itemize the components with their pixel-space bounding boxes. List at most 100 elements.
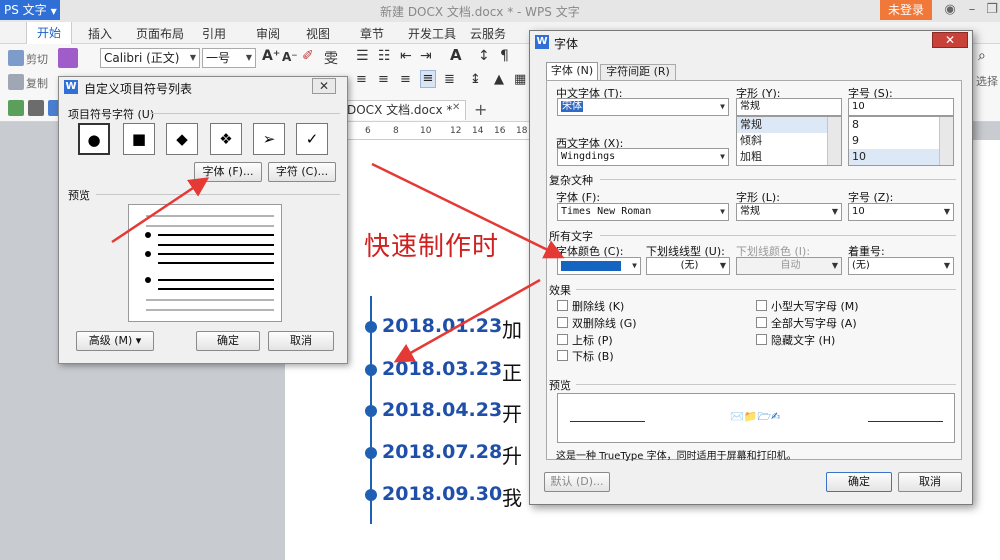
minimize-icon[interactable]: –	[962, 0, 982, 20]
ok-button[interactable]: 确定	[196, 331, 260, 351]
superscript-label[interactable]: 上标 (P)	[572, 332, 613, 348]
underline-style-combo[interactable]: (无) ▼	[646, 257, 730, 275]
size-input[interactable]: 10	[848, 98, 954, 116]
skin-icon[interactable]: ◉	[940, 0, 960, 20]
document-heading[interactable]: 快速制作时	[364, 226, 499, 263]
phonetic-icon[interactable]: 雯	[324, 48, 338, 68]
menu-item-review[interactable]: 审阅	[256, 25, 280, 42]
all-caps-checkbox[interactable]	[756, 317, 767, 328]
menu-item-page-layout[interactable]: 页面布局	[136, 25, 184, 42]
bullet-option-arrowhead[interactable]: ➢	[253, 123, 285, 155]
west-font-combo[interactable]: Wingdings ▼	[557, 148, 729, 166]
menu-item-start[interactable]: 开始	[26, 22, 72, 44]
grow-font-icon[interactable]: A⁺	[262, 48, 280, 64]
menu-item-chapter[interactable]: 章节	[360, 25, 384, 42]
emphasis-combo[interactable]: (无) ▼	[848, 257, 954, 275]
all-caps-label[interactable]: 全部大写字母 (A)	[771, 315, 857, 331]
outdent-icon[interactable]: ⇤	[400, 48, 412, 64]
cancel-button[interactable]: 取消	[268, 331, 334, 351]
menu-item-insert[interactable]: 插入	[88, 25, 112, 42]
bullet-option-checkmark[interactable]: ✓	[296, 123, 328, 155]
cut-label[interactable]: 剪切	[26, 51, 48, 67]
menu-item-dev-tools[interactable]: 开发工具	[408, 25, 456, 42]
font-button[interactable]: 字体 (F)...	[194, 162, 262, 182]
timeline-date[interactable]: 2018.07.28	[382, 441, 502, 463]
character-button[interactable]: 字符 (C)...	[268, 162, 336, 182]
cancel-button[interactable]: 取消	[898, 472, 962, 492]
align-left-icon[interactable]: ≡	[356, 72, 367, 87]
bullet-option-square[interactable]: ■	[123, 123, 155, 155]
distribute-icon[interactable]: ≣	[444, 72, 455, 87]
font-color-combo[interactable]: ▼	[557, 257, 641, 275]
hidden-text-checkbox[interactable]	[756, 334, 767, 345]
bullet-option-diamond[interactable]: ◆	[166, 123, 198, 155]
clear-format-icon[interactable]: ✐	[302, 48, 314, 64]
sort-icon[interactable]: ↕	[478, 48, 490, 64]
style-input[interactable]: 常规	[736, 98, 842, 116]
style-option[interactable]: 倾斜	[737, 133, 827, 149]
copy-label[interactable]: 复制	[26, 75, 48, 91]
shading-icon[interactable]: ▲	[494, 72, 504, 87]
cn-font-combo[interactable]: 宋体 ▼	[557, 98, 729, 116]
maximize-icon[interactable]: ❐	[982, 0, 1000, 20]
copy-icon[interactable]	[8, 74, 24, 90]
superscript-checkbox[interactable]	[557, 334, 568, 345]
align-right-icon[interactable]: ≡	[400, 72, 411, 87]
close-icon[interactable]: ✕	[452, 102, 460, 113]
size-option[interactable]: 8	[849, 117, 939, 133]
small-caps-label[interactable]: 小型大写字母 (M)	[771, 298, 859, 314]
timeline-text[interactable]: 正	[502, 357, 522, 386]
select-label[interactable]: 选择	[976, 73, 998, 89]
justify-icon[interactable]: ≡	[420, 70, 436, 88]
tab-font[interactable]: 字体 (N)	[546, 62, 598, 80]
complex-font-combo[interactable]: Times New Roman ▼	[557, 203, 729, 221]
complex-size-combo[interactable]: 10 ▼	[848, 203, 954, 221]
close-icon[interactable]: ✕	[312, 78, 336, 94]
document-tab[interactable]: DOCX 文档.docx *	[340, 100, 466, 120]
strikethrough-checkbox[interactable]	[557, 300, 568, 311]
app-menu-button[interactable]: PS 文字 ▼	[0, 0, 60, 20]
timeline-text[interactable]: 升	[502, 440, 522, 469]
menu-item-cloud[interactable]: 云服务	[470, 25, 506, 42]
bullet-option-dot[interactable]: ●	[78, 123, 110, 155]
double-strikethrough-checkbox[interactable]	[557, 317, 568, 328]
font-name-combo[interactable]: Calibri (正文) ▼	[100, 48, 200, 68]
paste-icon[interactable]	[8, 100, 24, 116]
cut-icon[interactable]	[8, 50, 24, 66]
timeline-text[interactable]: 开	[502, 398, 522, 427]
bullet-option-four-diamond[interactable]: ❖	[210, 123, 242, 155]
advanced-button[interactable]: 高级 (M) ▾	[76, 331, 154, 351]
font-size-combo[interactable]: 一号 ▼	[202, 48, 256, 68]
complex-style-combo[interactable]: 常规 ▼	[736, 203, 842, 221]
border-icon[interactable]: ▦	[514, 72, 526, 87]
style-option[interactable]: 常规	[737, 117, 827, 133]
size-option[interactable]: 9	[849, 133, 939, 149]
double-strikethrough-label[interactable]: 双删除线 (G)	[572, 315, 637, 331]
close-icon[interactable]: ✕	[932, 32, 968, 48]
scrollbar[interactable]	[827, 117, 841, 165]
style-option[interactable]: 加粗	[737, 149, 827, 165]
strikethrough-label[interactable]: 删除线 (K)	[572, 298, 624, 314]
tab-char-spacing[interactable]: 字符间距 (R)	[600, 64, 676, 80]
timeline-date[interactable]: 2018.09.30	[382, 483, 502, 505]
subscript-checkbox[interactable]	[557, 350, 568, 361]
default-button[interactable]: 默认 (D)...	[544, 472, 610, 492]
timeline-date[interactable]: 2018.03.23	[382, 358, 502, 380]
scrollbar[interactable]	[939, 117, 953, 165]
hidden-text-label[interactable]: 隐藏文字 (H)	[771, 332, 835, 348]
menu-item-references[interactable]: 引用	[202, 25, 226, 42]
show-marks-icon[interactable]: ¶	[500, 48, 509, 64]
indent-icon[interactable]: ⇥	[420, 48, 432, 64]
subscript-label[interactable]: 下标 (B)	[572, 348, 614, 364]
align-center-icon[interactable]: ≡	[378, 72, 389, 87]
ok-button[interactable]: 确定	[826, 472, 892, 492]
timeline-date[interactable]: 2018.04.23	[382, 399, 502, 421]
numbered-list-icon[interactable]: ☷	[378, 48, 391, 64]
timeline-text[interactable]: 我	[502, 482, 522, 511]
add-tab-icon[interactable]: +	[474, 100, 487, 119]
shrink-font-icon[interactable]: A⁻	[282, 50, 298, 64]
text-style-icon[interactable]: A	[450, 46, 462, 64]
menu-item-view[interactable]: 视图	[306, 25, 330, 42]
timeline-text[interactable]: 加	[502, 314, 522, 343]
size-option[interactable]: 10	[849, 149, 939, 165]
